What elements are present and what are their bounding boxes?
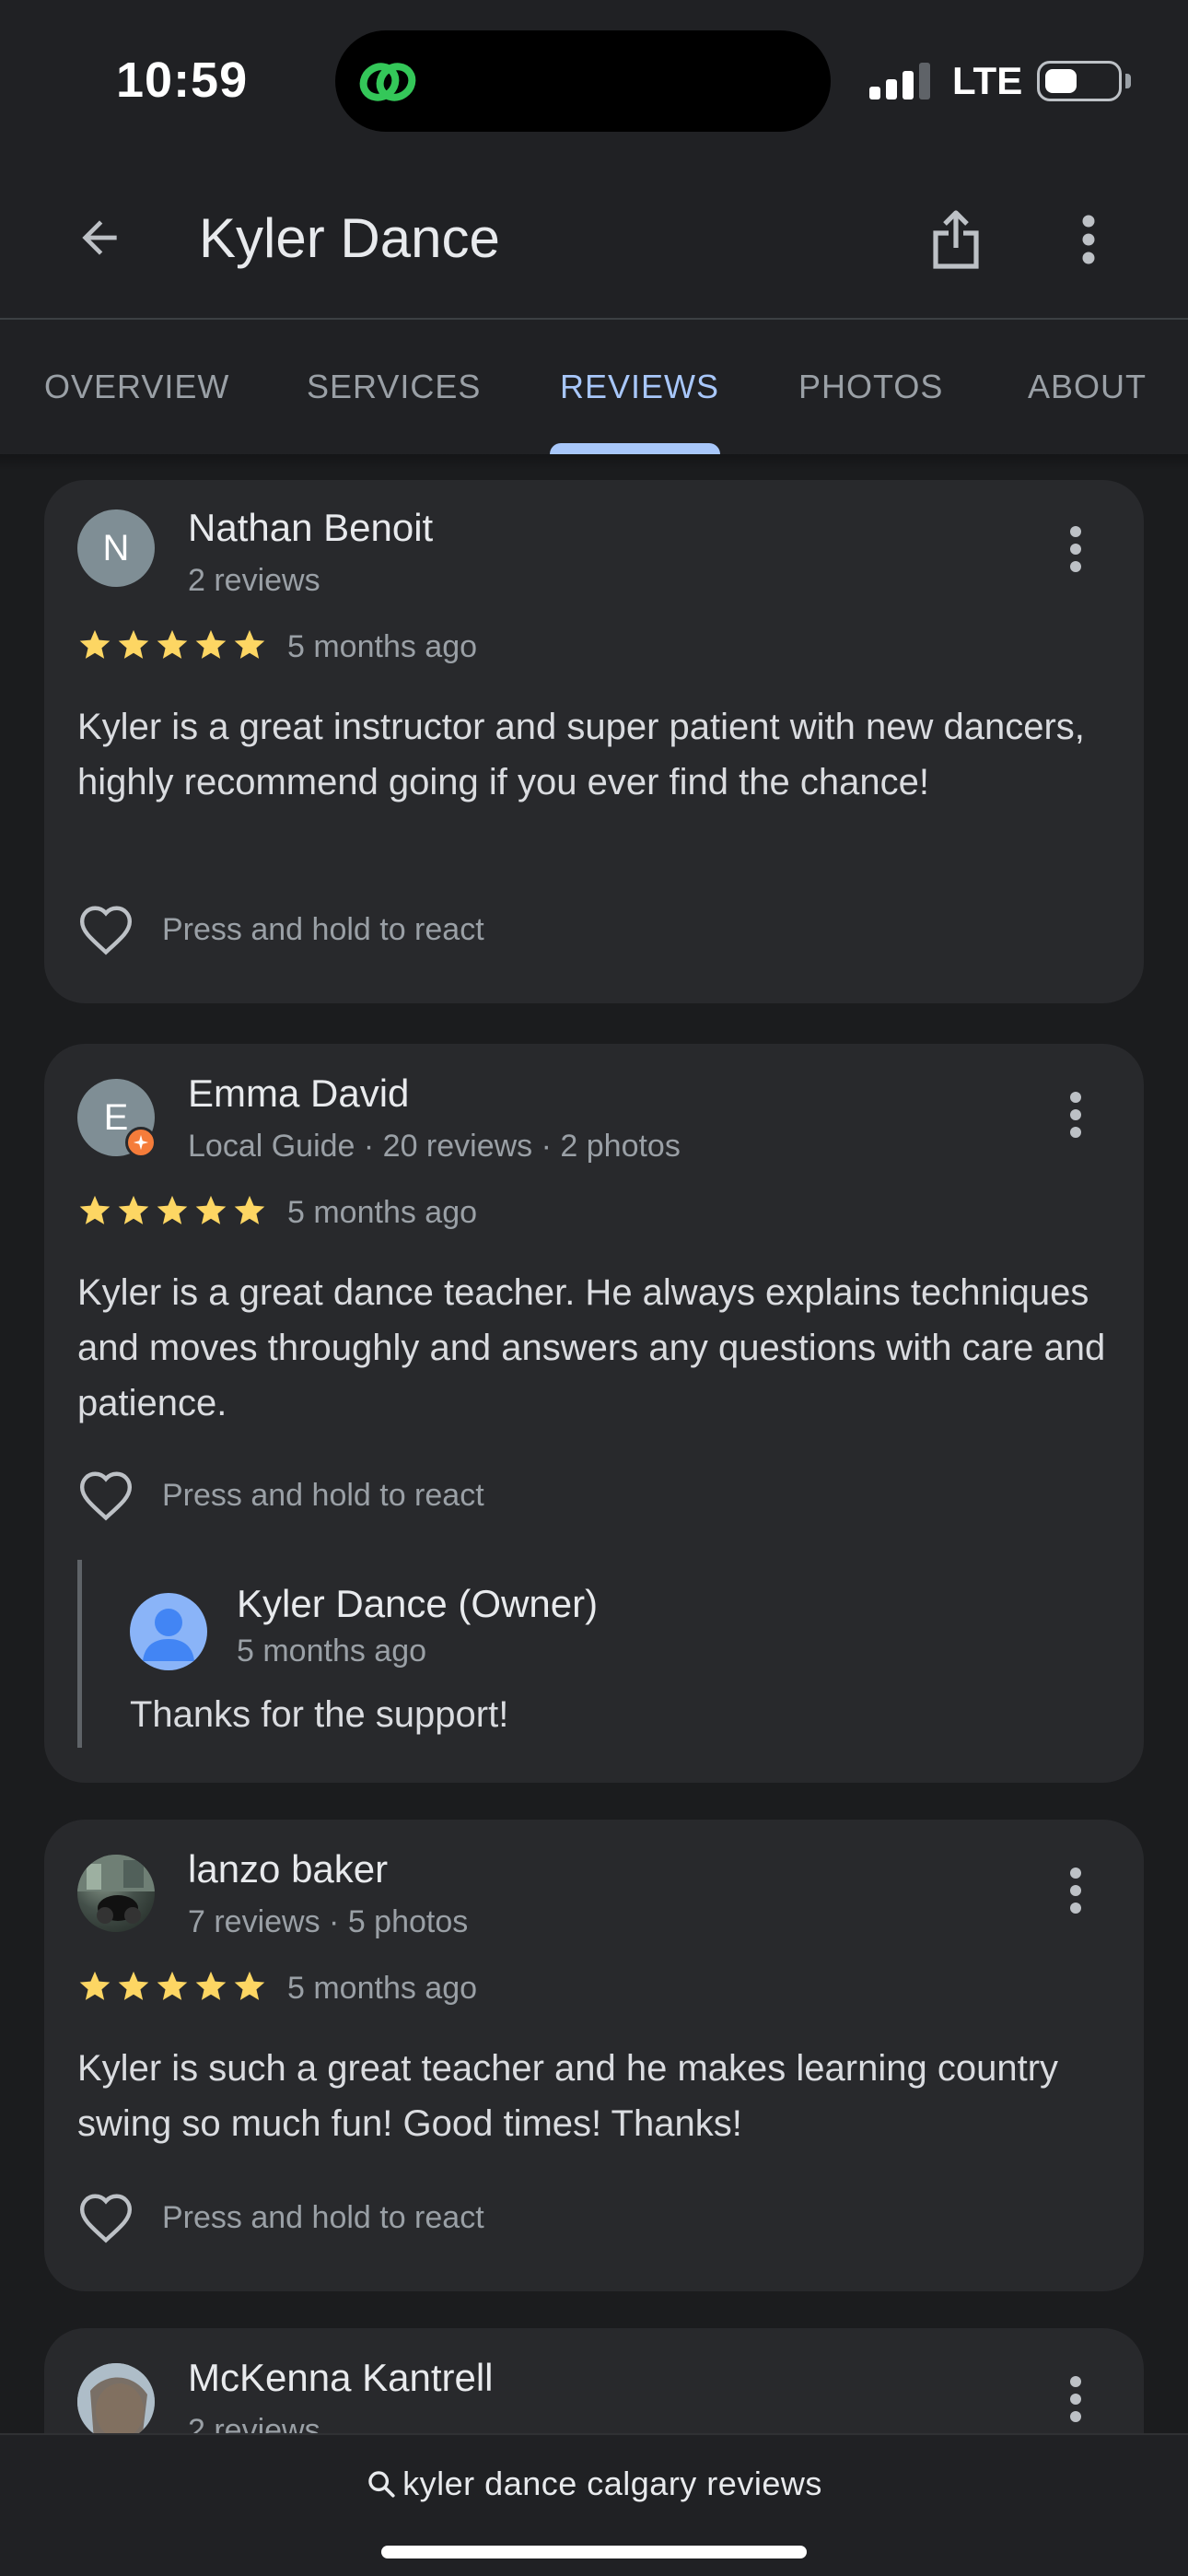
review-more-button[interactable]	[1055, 517, 1096, 581]
tabs-shadow	[0, 454, 1188, 471]
review-time: 5 months ago	[287, 1971, 478, 2006]
review-card: E Emma David Local Guide · 20 reviews · …	[44, 1044, 1144, 1783]
tab-overview[interactable]: OVERVIEW	[44, 320, 229, 454]
owner-name: Kyler Dance (Owner)	[237, 1582, 599, 1625]
reviewer-meta: 2 reviews	[188, 2413, 320, 2433]
star-icon	[118, 629, 149, 659]
star-icon	[195, 1971, 227, 2000]
owner-reply-time: 5 months ago	[237, 1633, 427, 1669]
avatar[interactable]	[77, 2363, 155, 2433]
app-bar: Kyler Dance	[0, 166, 1188, 319]
review-text: Kyler is a great instructor and super pa…	[77, 707, 1085, 802]
star-icon	[157, 1971, 188, 2000]
star-icon	[195, 629, 227, 659]
star-icon	[118, 1971, 149, 2000]
reviewer-name[interactable]: Nathan Benoit	[188, 506, 433, 550]
search-icon	[368, 2471, 395, 2498]
review-more-button[interactable]	[1055, 2367, 1096, 2431]
reviewer-name[interactable]: lanzo baker	[188, 1847, 388, 1891]
star-icon	[79, 1971, 111, 2000]
status-bar: 10:59 LTE	[0, 0, 1188, 166]
search-chip[interactable]: kyler dance calgary reviews	[0, 2465, 1188, 2503]
more-vert-icon	[1070, 1092, 1081, 1138]
review-card: N Nathan Benoit 2 reviews 5 months ago K…	[44, 480, 1144, 1003]
review-text: Kyler is a great dance teacher. He alway…	[77, 1272, 1106, 1423]
reviewer-meta: 2 reviews	[188, 563, 320, 598]
star-rating	[77, 627, 267, 662]
reviewer-meta: 7 reviews · 5 photos	[188, 1904, 469, 1939]
review-time: 5 months ago	[287, 1195, 478, 1230]
person-icon	[143, 1609, 194, 1661]
owner-reply-text: Thanks for the support!	[130, 1694, 509, 1735]
share-button[interactable]	[917, 201, 995, 278]
page-title: Kyler Dance	[199, 207, 500, 269]
more-vert-icon	[1070, 1868, 1081, 1914]
avatar[interactable]: E	[77, 1079, 157, 1158]
heart-outline-icon	[79, 906, 133, 955]
battery-nub	[1125, 74, 1131, 88]
review-time: 5 months ago	[287, 629, 478, 664]
more-vert-icon	[1070, 526, 1081, 572]
star-icon	[157, 1195, 188, 1224]
react-label: Press and hold to react	[162, 911, 484, 947]
star-rating	[77, 1193, 267, 1228]
star-icon	[234, 629, 265, 659]
dynamic-island	[335, 30, 831, 132]
star-icon	[79, 1195, 111, 1224]
react-button[interactable]: Press and hold to react	[77, 1466, 484, 1525]
network-type: LTE	[952, 59, 1023, 102]
reviewer-meta: Local Guide · 20 reviews · 2 photos	[188, 1129, 681, 1164]
reviewer-name[interactable]: Emma David	[188, 1071, 409, 1116]
star-icon	[118, 1195, 149, 1224]
star-icon	[79, 629, 111, 659]
more-vert-icon	[1070, 2376, 1081, 2422]
reviews-feed[interactable]: N Nathan Benoit 2 reviews 5 months ago K…	[0, 454, 1188, 2433]
tab-photos[interactable]: PHOTOS	[798, 320, 943, 454]
avatar-initial: E	[103, 1096, 129, 1138]
star-icon	[157, 629, 188, 659]
link-icon	[359, 63, 416, 101]
battery-icon	[1037, 61, 1122, 101]
home-indicator[interactable]	[381, 2546, 807, 2558]
avatar[interactable]: N	[77, 509, 155, 587]
star-rating	[77, 1969, 267, 2004]
react-label: Press and hold to react	[162, 2199, 484, 2235]
owner-avatar[interactable]	[130, 1593, 207, 1670]
tab-services[interactable]: SERVICES	[307, 320, 481, 454]
status-time: 10:59	[116, 53, 249, 108]
more-options-button[interactable]	[1050, 201, 1127, 278]
review-card: lanzo baker 7 reviews · 5 photos 5 month…	[44, 1820, 1144, 2291]
star-icon	[234, 1195, 265, 1224]
cellular-signal-icon	[869, 63, 932, 100]
heart-outline-icon	[79, 1471, 133, 1521]
search-query: kyler dance calgary reviews	[402, 2465, 822, 2502]
avatar-photo	[77, 2363, 155, 2433]
review-card: McKenna Kantrell 2 reviews	[44, 2328, 1144, 2433]
owner-reply: Kyler Dance (Owner) 5 months ago Thanks …	[77, 1560, 1090, 1748]
react-button[interactable]: Press and hold to react	[77, 900, 484, 959]
react-label: Press and hold to react	[162, 1477, 484, 1513]
tab-bar: OVERVIEW SERVICES REVIEWS PHOTOS ABOUT	[0, 320, 1188, 454]
local-guide-badge-icon	[125, 1127, 157, 1158]
reviewer-name[interactable]: McKenna Kantrell	[188, 2356, 494, 2400]
review-more-button[interactable]	[1055, 1858, 1096, 1923]
avatar-photo	[77, 1855, 155, 1924]
arrow-back-icon	[82, 220, 117, 255]
avatar[interactable]	[77, 1855, 155, 1932]
star-icon	[195, 1195, 227, 1224]
review-more-button[interactable]	[1055, 1083, 1096, 1147]
star-icon	[234, 1971, 265, 2000]
react-button[interactable]: Press and hold to react	[77, 2188, 484, 2247]
heart-outline-icon	[79, 2194, 133, 2243]
more-vert-icon	[1082, 215, 1095, 264]
back-button[interactable]	[64, 203, 134, 273]
share-icon	[933, 210, 979, 269]
review-text: Kyler is such a great teacher and he mak…	[77, 2048, 1059, 2144]
tab-reviews[interactable]: REVIEWS	[560, 320, 719, 454]
bottom-search-bar[interactable]: kyler dance calgary reviews	[0, 2433, 1188, 2576]
active-tab-indicator	[550, 443, 720, 454]
tab-about[interactable]: ABOUT	[1028, 320, 1147, 454]
